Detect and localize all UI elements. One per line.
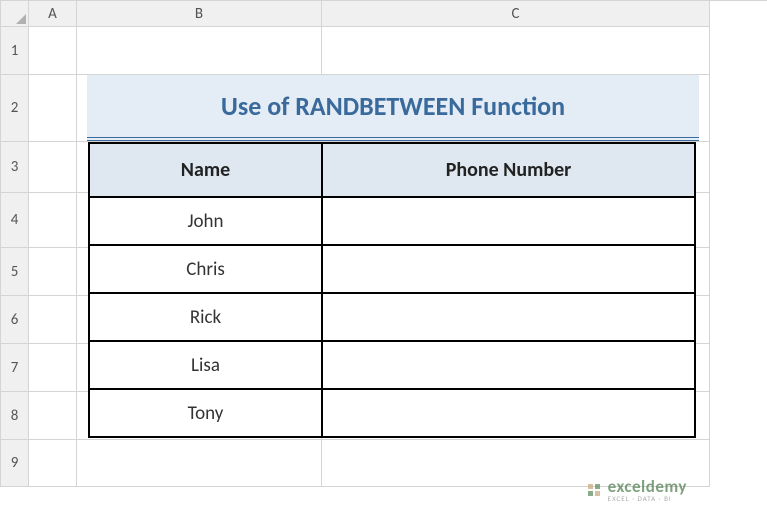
row-header-4[interactable]: 4 xyxy=(1,193,29,248)
watermark-main: exceldemy xyxy=(608,478,687,495)
cell-a4[interactable] xyxy=(29,193,77,248)
cell-c1[interactable] xyxy=(322,27,710,75)
cell-b9[interactable] xyxy=(77,440,322,487)
watermark-logo-icon xyxy=(586,482,602,498)
row-header-7[interactable]: 7 xyxy=(1,344,29,392)
watermark-text: exceldemy EXCEL · DATA · BI xyxy=(608,478,687,502)
select-all-corner[interactable] xyxy=(1,1,29,27)
phone-cell[interactable] xyxy=(322,245,695,293)
table-header-row: Name Phone Number xyxy=(89,143,695,197)
name-cell[interactable]: Tony xyxy=(89,389,322,437)
cell-a3[interactable] xyxy=(29,142,77,193)
watermark: exceldemy EXCEL · DATA · BI xyxy=(586,478,687,502)
table-row: Chris xyxy=(89,245,695,293)
row-header-9[interactable]: 9 xyxy=(1,440,29,487)
cell-a7[interactable] xyxy=(29,344,77,392)
table-row: Lisa xyxy=(89,341,695,389)
phone-cell[interactable] xyxy=(322,341,695,389)
data-table-overlay: Name Phone Number John Chris Rick Lisa xyxy=(88,142,696,438)
cell-a2[interactable] xyxy=(29,75,77,142)
phone-cell[interactable] xyxy=(322,197,695,245)
cell-a9[interactable] xyxy=(29,440,77,487)
name-cell[interactable]: John xyxy=(89,197,322,245)
cell-a8[interactable] xyxy=(29,392,77,440)
phone-cell[interactable] xyxy=(322,389,695,437)
row-header-1[interactable]: 1 xyxy=(1,27,29,75)
title-cell[interactable]: Use of RANDBETWEEN Function xyxy=(77,75,710,142)
row-header-5[interactable]: 5 xyxy=(1,248,29,296)
header-name[interactable]: Name xyxy=(89,143,322,197)
name-cell[interactable]: Rick xyxy=(89,293,322,341)
table-row: John xyxy=(89,197,695,245)
column-header-b[interactable]: B xyxy=(77,1,322,27)
cell-b1[interactable] xyxy=(77,27,322,75)
header-phone[interactable]: Phone Number xyxy=(322,143,695,197)
column-header-a[interactable]: A xyxy=(29,1,77,27)
table-row: Tony xyxy=(89,389,695,437)
select-all-icon xyxy=(16,14,26,24)
cell-a5[interactable] xyxy=(29,248,77,296)
page-title: Use of RANDBETWEEN Function xyxy=(87,75,699,141)
row-header-8[interactable]: 8 xyxy=(1,392,29,440)
cell-a1[interactable] xyxy=(29,27,77,75)
name-cell[interactable]: Lisa xyxy=(89,341,322,389)
column-header-c[interactable]: C xyxy=(322,1,710,27)
row-header-2[interactable]: 2 xyxy=(1,75,29,142)
data-table: Name Phone Number John Chris Rick Lisa xyxy=(88,142,696,438)
cell-a6[interactable] xyxy=(29,296,77,344)
phone-cell[interactable] xyxy=(322,293,695,341)
row-header-3[interactable]: 3 xyxy=(1,142,29,193)
row-header-6[interactable]: 6 xyxy=(1,296,29,344)
name-cell[interactable]: Chris xyxy=(89,245,322,293)
watermark-sub: EXCEL · DATA · BI xyxy=(608,495,687,502)
table-row: Rick xyxy=(89,293,695,341)
